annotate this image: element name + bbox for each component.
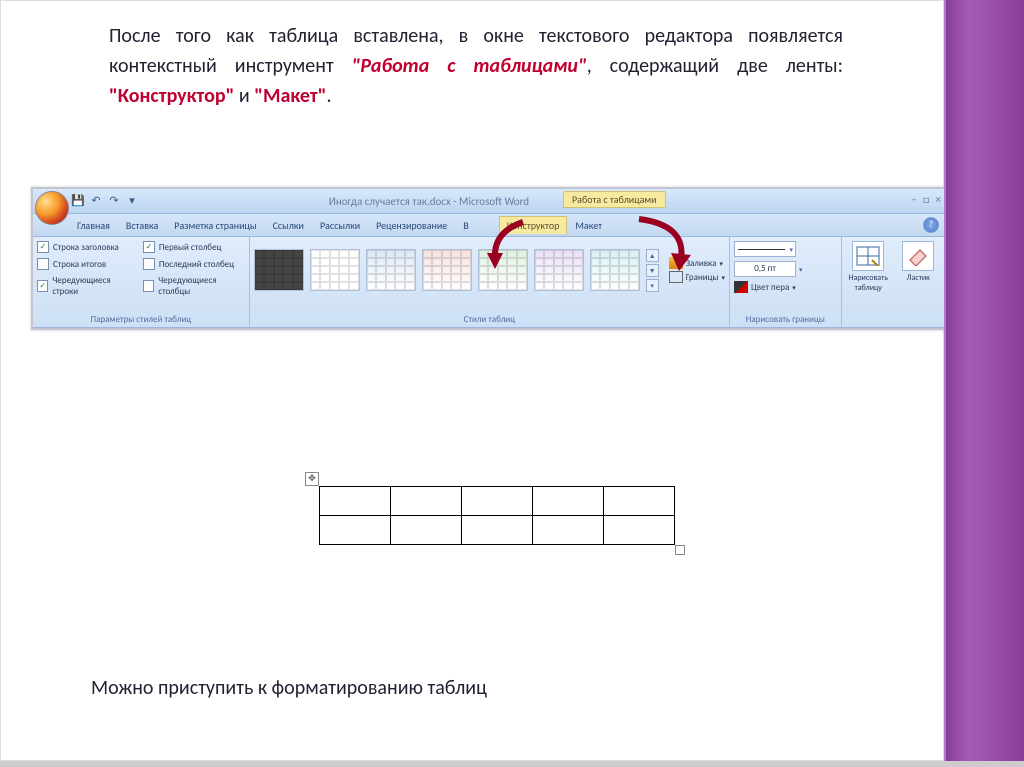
draw-table-icon [852, 241, 884, 271]
qat-dropdown-icon[interactable]: ▾ [125, 194, 139, 208]
tab-mailings[interactable]: Рассылки [312, 216, 368, 235]
borders-button[interactable]: Границы ▾ [669, 271, 725, 283]
gallery-expand-icon[interactable]: ▾ [646, 279, 659, 292]
chk-banded-cols[interactable]: Чередующиеся столбцы [143, 275, 245, 297]
style-gallery-scroll[interactable]: ▲ ▼ ▾ [646, 249, 659, 292]
bucket-icon [669, 257, 683, 269]
pen-icon [734, 281, 748, 293]
decorative-stripe [944, 0, 1024, 761]
undo-icon[interactable]: ↶ [89, 194, 103, 208]
bottom-line: Можно приступить к форматированию таблиц [91, 676, 487, 700]
window-controls: – □ × [911, 193, 941, 206]
chk-first-col[interactable]: ✓Первый столбец [143, 241, 245, 253]
fill-button[interactable]: Заливка ▾ [669, 257, 725, 269]
group-styles-label: Стили таблиц [254, 314, 725, 327]
scroll-up-icon[interactable]: ▲ [646, 249, 659, 262]
tab-insert[interactable]: Вставка [118, 216, 166, 235]
tab-view[interactable]: В [455, 216, 476, 235]
para-part3: и [234, 84, 254, 108]
redo-icon[interactable]: ↷ [107, 194, 121, 208]
group-table-style-options: ✓Строка заголовка Строка итогов ✓Чередую… [33, 237, 250, 327]
eraser-icon [902, 241, 934, 271]
style-swatch-4[interactable] [422, 249, 472, 291]
para-highlight3: "Макет" [254, 84, 326, 108]
minimize-icon[interactable]: – [911, 193, 916, 206]
main-paragraph: После того как таблица вставлена, в окне… [109, 21, 843, 111]
group-table-styles: ▲ ▼ ▾ Заливка ▾ Границы ▾ [250, 237, 730, 327]
chk-total-row[interactable]: Строка итогов [37, 258, 133, 270]
draw-table-button[interactable]: Нарисовать таблицу [846, 241, 890, 303]
tab-page-layout[interactable]: Разметка страницы [166, 216, 264, 235]
maximize-icon[interactable]: □ [923, 193, 930, 206]
tab-design[interactable]: Конструктор [499, 216, 568, 234]
close-icon[interactable]: × [936, 193, 941, 206]
para-highlight1: "Работа с таблицами" [352, 54, 587, 78]
borders-icon [669, 271, 683, 283]
para-part2: , содержащий две ленты: [587, 54, 843, 78]
group-lines-label: Нарисовать границы [734, 314, 837, 327]
group-draw-label [846, 314, 941, 327]
chk-header-row[interactable]: ✓Строка заголовка [37, 241, 133, 253]
para-highlight2: "Конструктор" [109, 84, 234, 108]
pen-color-button[interactable]: Цвет пера ▾ [734, 281, 837, 293]
group-opts-label: Параметры стилей таблиц [37, 314, 245, 327]
table-move-handle-icon[interactable]: ✥ [305, 472, 319, 486]
style-swatch-5[interactable] [478, 249, 528, 291]
slide-body: После того как таблица вставлена, в окне… [0, 0, 944, 761]
table-resize-handle-icon[interactable] [675, 545, 685, 555]
chk-last-col[interactable]: Последний столбец [143, 258, 245, 270]
example-table[interactable] [319, 486, 675, 545]
style-swatch-3[interactable] [366, 249, 416, 291]
titlebar: 💾 ↶ ↷ ▾ Иногда случается так.docx - Micr… [33, 189, 945, 214]
scroll-down-icon[interactable]: ▼ [646, 264, 659, 277]
line-style-dropdown[interactable]: ▾ [734, 241, 837, 257]
style-swatch-2[interactable] [310, 249, 360, 291]
tab-home[interactable]: Главная [69, 216, 118, 235]
word-ribbon-screenshot: 💾 ↶ ↷ ▾ Иногда случается так.docx - Micr… [31, 187, 947, 330]
help-icon[interactable]: ? [923, 217, 939, 233]
style-swatch-6[interactable] [534, 249, 584, 291]
group-draw-borders: ▾ 0,5 пт ▾ Цвет пера ▾ Нарисовать границ… [730, 237, 842, 327]
ribbon-body: ✓Строка заголовка Строка итогов ✓Чередую… [33, 237, 945, 328]
chk-banded-rows[interactable]: ✓Чередующиеся строки [37, 275, 133, 297]
example-table-wrap: ✥ [319, 486, 675, 545]
style-swatch-7[interactable] [590, 249, 640, 291]
quick-access-toolbar: 💾 ↶ ↷ ▾ [71, 194, 139, 208]
office-button[interactable] [35, 191, 69, 225]
para-part4: . [327, 84, 332, 108]
ribbon-tabs: Главная Вставка Разметка страницы Ссылки… [33, 214, 945, 237]
style-side-buttons: Заливка ▾ Границы ▾ [669, 257, 725, 283]
tab-table-layout[interactable]: Макет [567, 216, 610, 235]
eraser-button[interactable]: Ластик [896, 241, 940, 303]
save-icon[interactable]: 💾 [71, 194, 85, 208]
document-title: Иногда случается так.docx - Microsoft Wo… [329, 195, 529, 208]
context-tool-tab: Работа с таблицами [563, 191, 666, 208]
style-swatch-1[interactable] [254, 249, 304, 291]
group-draw-table: Нарисовать таблицу Ластик [842, 237, 945, 327]
line-weight-dropdown[interactable]: 0,5 пт ▾ [734, 261, 837, 277]
tab-references[interactable]: Ссылки [265, 216, 312, 235]
bottom-edge [0, 761, 1024, 767]
tab-review[interactable]: Рецензирование [368, 216, 455, 235]
